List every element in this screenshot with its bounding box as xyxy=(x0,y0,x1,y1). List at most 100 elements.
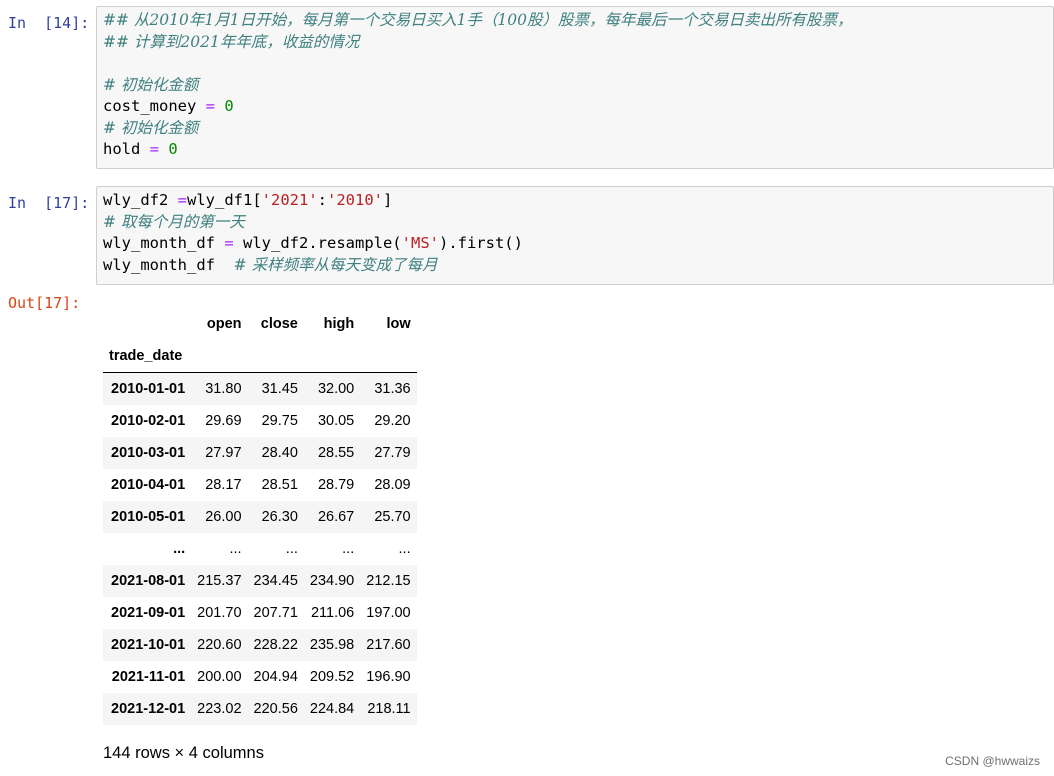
row-index-label: 2021-12-01 xyxy=(111,701,186,717)
table-cell: 223.02 xyxy=(197,701,242,717)
row-index-label: 2010-01-01 xyxy=(111,381,186,397)
table-cell: 27.79 xyxy=(374,445,411,461)
code-token: : xyxy=(317,191,327,209)
code-line: hold = 0 xyxy=(103,139,1047,161)
table-cell: 217.60 xyxy=(366,637,411,653)
table-cell: 26.67 xyxy=(317,509,355,525)
code-token: '2010' xyxy=(327,191,383,209)
index-header-blank xyxy=(103,308,191,340)
table-cell: 207.71 xyxy=(253,605,298,621)
code-line: wly_month_df = wly_df2.resample('MS').fi… xyxy=(103,233,1047,255)
cell-17-out-prompt: Out[17]: xyxy=(8,294,81,312)
dataframe-table: open close high low trade_date 2010-01-0… xyxy=(103,308,417,725)
table-row: ............... xyxy=(103,533,417,565)
table-cell: 224.84 xyxy=(309,701,355,717)
table-row: 2021-09-01 201.70 207.71 211.06 197.00 xyxy=(103,597,417,629)
table-cell: ... xyxy=(229,541,242,557)
cell-17-prompt: In [17]: xyxy=(8,194,90,212)
table-cell: 235.98 xyxy=(309,637,355,653)
table-row: 2010-05-01 26.00 26.30 26.67 25.70 xyxy=(103,501,417,533)
code-token: = xyxy=(224,234,234,252)
code-token: 'MS' xyxy=(401,234,439,252)
table-cell: 31.36 xyxy=(374,381,411,397)
table-cell: 25.70 xyxy=(374,509,411,525)
index-name-row: trade_date xyxy=(103,340,417,373)
code-token: # 取每个月的第一天 xyxy=(103,212,245,231)
table-cell: 26.30 xyxy=(261,509,298,525)
table-cell: 29.20 xyxy=(374,413,411,429)
code-line: wly_df2 =wly_df1['2021':'2010'] xyxy=(103,190,1047,212)
code-token: wly_month_df xyxy=(103,255,234,274)
table-cell: 28.17 xyxy=(205,477,242,493)
table-cell: 28.55 xyxy=(317,445,355,461)
table-row: 2021-10-01 220.60 228.22 235.98 217.60 xyxy=(103,629,417,661)
table-row: 2021-08-01 215.37 234.45 234.90 212.15 xyxy=(103,565,417,597)
table-cell: 28.09 xyxy=(374,477,411,493)
code-token: ).first() xyxy=(438,234,523,252)
table-cell: 211.06 xyxy=(310,605,355,621)
watermark: CSDN @hwwaizs xyxy=(945,754,1040,768)
table-cell: ... xyxy=(342,541,355,557)
table-cell: ... xyxy=(285,541,298,557)
code-token: hold xyxy=(103,140,150,158)
code-token: = xyxy=(177,191,187,209)
column-header: open xyxy=(206,316,242,332)
table-cell: 32.00 xyxy=(317,381,355,397)
code-token: wly_df2 xyxy=(103,191,178,209)
table-header-row: open close high low xyxy=(103,308,417,340)
row-index-label: 2021-08-01 xyxy=(111,573,186,589)
table-cell: 234.90 xyxy=(309,573,355,589)
table-cell: 28.51 xyxy=(261,477,298,493)
table-cell: 204.94 xyxy=(253,669,298,685)
cell-14-code-editor[interactable]: ## 从2010年1月1日开始，每月第一个交易日买入1手（100股）股票，每年最… xyxy=(96,6,1054,169)
code-token: = xyxy=(149,140,160,158)
table-cell: 30.05 xyxy=(317,413,355,429)
code-token: cost_money xyxy=(103,97,206,115)
table-row: 2021-12-01 223.02 220.56 224.84 218.11 xyxy=(103,693,417,725)
code-line: # 初始化金额 xyxy=(103,75,1047,97)
code-line: ## 计算到2021年年底，收益的情况 xyxy=(103,32,1047,54)
row-index-label: 2010-04-01 xyxy=(111,477,186,493)
row-index-label: 2021-09-01 xyxy=(111,605,186,621)
table-cell: 31.45 xyxy=(261,381,298,397)
code-token: = xyxy=(205,97,215,115)
table-cell: 28.40 xyxy=(261,445,298,461)
table-cell: 220.60 xyxy=(197,637,242,653)
code-token: ## 计算到2021年年底，收益的情况 xyxy=(103,32,360,51)
code-token: ## 从2010年1月1日开始，每月第一个交易日买入1手（100股）股票，每年最… xyxy=(103,11,853,29)
column-header: close xyxy=(260,316,298,332)
table-cell: 201.70 xyxy=(197,605,242,621)
table-cell: 220.56 xyxy=(253,701,298,717)
code-token: wly_month_df xyxy=(103,234,225,252)
table-cell: 28.79 xyxy=(317,477,355,493)
table-cell: 218.11 xyxy=(367,701,411,717)
code-line: # 初始化金额 xyxy=(103,118,1047,140)
table-cell: 209.52 xyxy=(309,669,355,685)
code-line: ## 从2010年1月1日开始，每月第一个交易日买入1手（100股）股票，每年最… xyxy=(103,10,1047,32)
row-index-label: 2010-02-01 xyxy=(111,413,186,429)
column-header: low xyxy=(386,316,411,332)
table-cell: 197.00 xyxy=(366,605,411,621)
column-header: high xyxy=(323,316,355,332)
table-cell: 29.75 xyxy=(261,413,298,429)
code-token: # 采样频率从每天变成了每月 xyxy=(233,255,438,274)
row-index-label: 2010-03-01 xyxy=(111,445,186,461)
code-token: '2021' xyxy=(261,191,318,209)
table-cell: 31.80 xyxy=(205,381,242,397)
dataframe-summary: 144 rows × 4 columns xyxy=(103,744,264,762)
cell-17-code-editor[interactable]: wly_df2 =wly_df1['2021':'2010'] # 取每个月的第一… xyxy=(96,186,1054,285)
code-token: wly_df2.resample( xyxy=(233,234,402,252)
row-index-label: ... xyxy=(173,541,186,557)
table-cell: 196.90 xyxy=(366,669,411,685)
table-cell: 26.00 xyxy=(205,509,242,525)
table-cell: 200.00 xyxy=(197,669,242,685)
table-row: 2021-11-01 200.00 204.94 209.52 196.90 xyxy=(103,661,417,693)
code-line: # 取每个月的第一天 xyxy=(103,212,1047,234)
code-token: # 初始化金额 xyxy=(103,118,199,137)
table-cell: 234.45 xyxy=(253,573,298,589)
table-row: 2010-01-01 31.80 31.45 32.00 31.36 xyxy=(103,372,417,405)
code-line: wly_month_df # 采样频率从每天变成了每月 xyxy=(103,255,1047,277)
code-token: 0 xyxy=(168,140,178,158)
